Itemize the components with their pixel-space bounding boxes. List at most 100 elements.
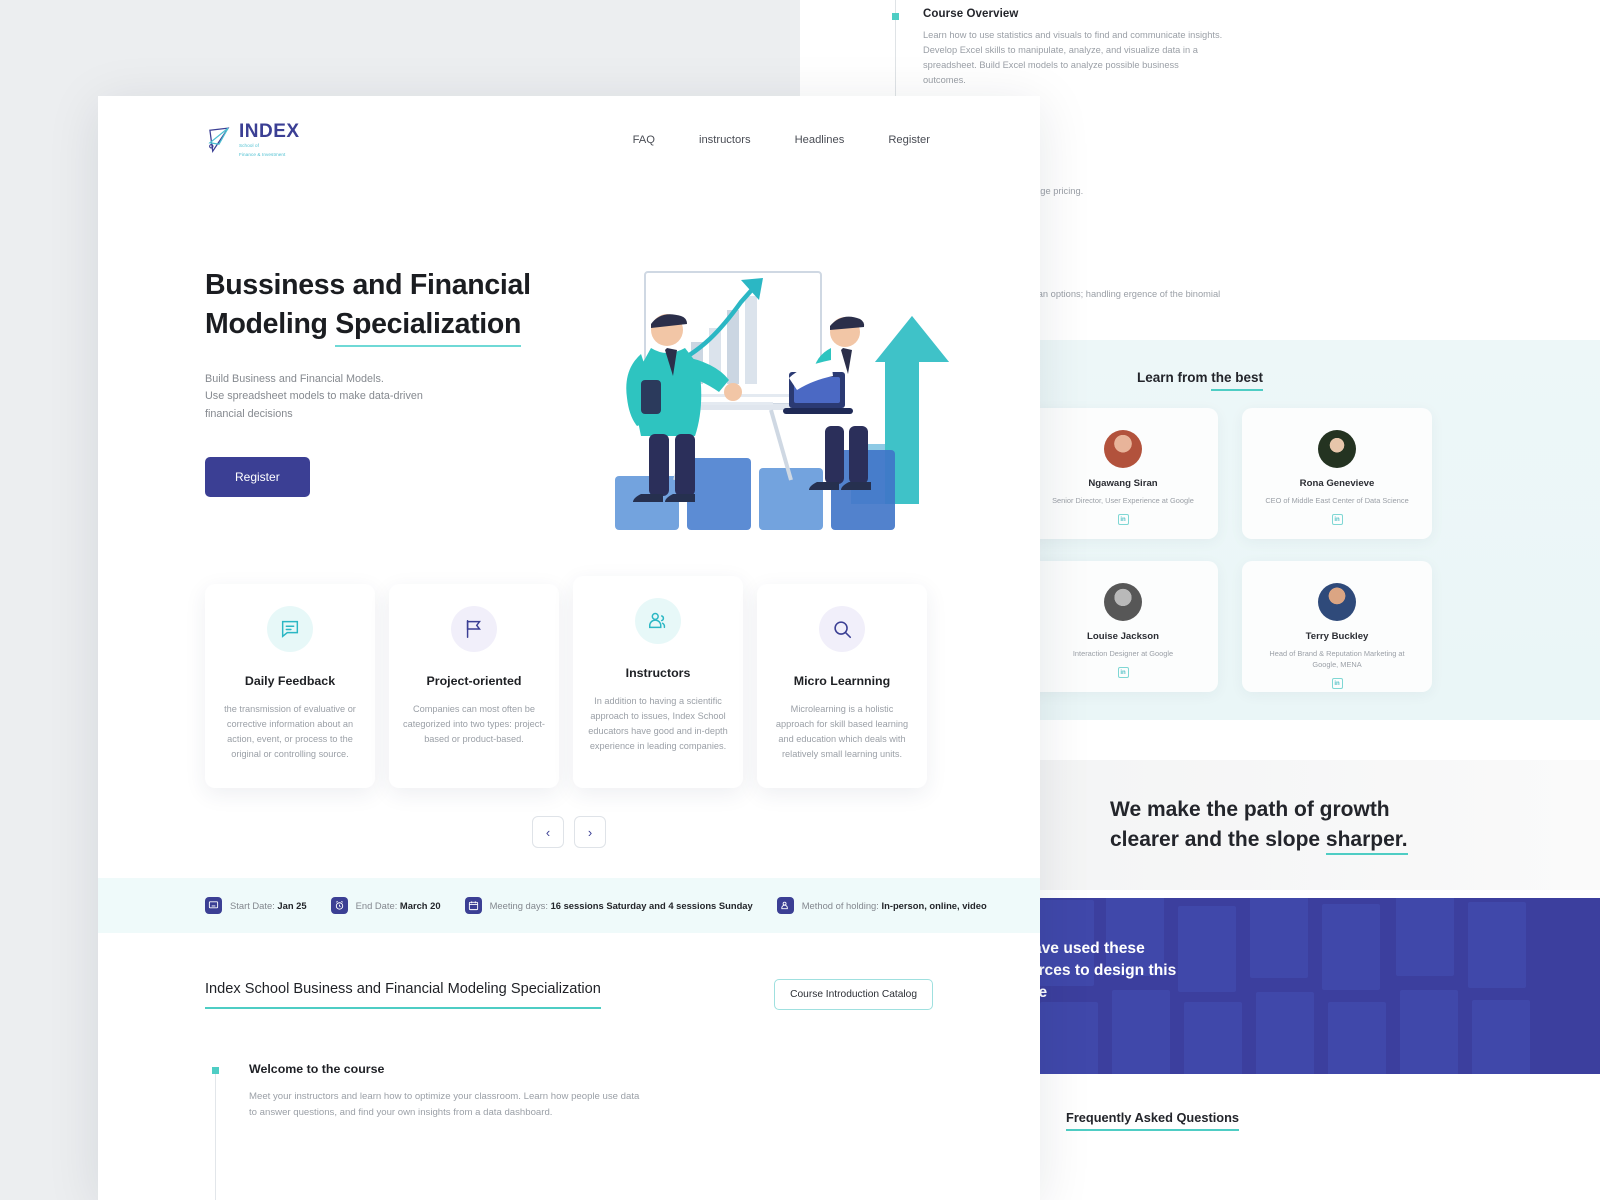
hero-subtitle-line2: Use spreadsheet models to make data-driv… <box>205 390 423 403</box>
info-label: End Date: <box>355 900 398 911</box>
avatar <box>1104 430 1142 468</box>
hero-title-line2-plain: Modeling <box>205 308 336 341</box>
feature-card[interactable]: Daily Feedback the transmission of evalu… <box>205 584 375 788</box>
hero-subtitle-line3: financial decisions <box>205 407 293 420</box>
course-introduction-catalog-button[interactable]: Course Introduction Catalog <box>774 979 933 1010</box>
timeline-item-body: Learn how to use statistics and visuals … <box>923 30 1223 86</box>
feature-card-body: the transmission of evaluative or correc… <box>224 704 356 759</box>
syllabus-item-title: Welcome to the course <box>249 1062 385 1076</box>
foreground-page: INDEX School of Finance & Investment FAQ… <box>98 96 1040 1200</box>
syllabus-item: Welcome to the course Meet your instruct… <box>212 1062 933 1121</box>
info-value: Jan 25 <box>277 900 307 911</box>
syllabus-item-body: Meet your instructors and learn how to o… <box>249 1091 640 1119</box>
avatar <box>1104 583 1142 621</box>
linkedin-icon[interactable]: in <box>1331 678 1343 690</box>
hero-section: Bussiness and Financial Modeling Special… <box>98 184 1040 554</box>
carousel-prev-button[interactable]: ‹ <box>532 816 564 848</box>
flag-icon <box>451 606 497 652</box>
info-label: Meeting days: <box>489 900 548 911</box>
instructor-role: CEO of Middle East Center of Data Scienc… <box>1265 496 1409 505</box>
slope-line1: We make the path of growth <box>1110 797 1390 821</box>
info-value: 16 sessions Saturday and 4 sessions Sund… <box>550 900 753 911</box>
course-detail-section: Index School Business and Financial Mode… <box>98 933 1040 1200</box>
course-detail-heading: Index School Business and Financial Mode… <box>205 981 601 1009</box>
instructors-title-plain: Learn from <box>1136 370 1212 385</box>
course-detail-header: Index School Business and Financial Mode… <box>205 979 933 1010</box>
info-item-meeting-days: Meeting days: 16 sessions Saturday and 4… <box>464 897 753 914</box>
course-info-bar: Start Date: Jan 25 End Date: March 20 Me… <box>98 878 1040 933</box>
hero-illustration <box>545 244 1005 554</box>
info-label: Start Date: <box>230 900 275 911</box>
slope-heading: We make the path of growth clearer and t… <box>1110 795 1408 856</box>
info-item-text: Meeting days: 16 sessions Saturday and 4… <box>490 900 753 911</box>
hero-subtitle-line1: Build Business and Financial Models. <box>205 372 384 385</box>
nav-item-register[interactable]: Register <box>888 134 930 146</box>
linkedin-icon[interactable]: in <box>1331 514 1343 526</box>
timeline-item: Course Overview Learn how to use statist… <box>892 0 1515 88</box>
hero-copy: Bussiness and Financial Modeling Special… <box>205 244 535 554</box>
logo-text: INDEX School of Finance & Investment <box>239 122 300 158</box>
feature-card[interactable]: Instructors In addition to having a scie… <box>573 576 743 788</box>
feature-card-title: Instructors <box>625 666 691 680</box>
linkedin-icon[interactable]: in <box>1117 514 1129 526</box>
instructor-card[interactable]: Rona Genevieve CEO of Middle East Center… <box>1242 408 1432 539</box>
search-icon <box>819 606 865 652</box>
feature-card-title: Project-oriented <box>426 674 522 688</box>
faq-heading: Frequently Asked Questions <box>1066 1110 1240 1131</box>
logo[interactable]: INDEX School of Finance & Investment <box>205 122 300 158</box>
people-icon <box>776 897 794 914</box>
info-item-text: Method of holding: In-person, online, vi… <box>802 900 987 911</box>
feature-card-body: Companies can most often be categorized … <box>403 704 545 744</box>
logo-name: INDEX <box>239 120 300 142</box>
presentation-icon <box>205 897 222 914</box>
chat-bubble-icon <box>267 606 313 652</box>
info-item-start-date: Start Date: Jan 25 <box>205 897 307 914</box>
instructor-card[interactable]: Terry Buckley Head of Brand & Reputation… <box>1242 561 1432 692</box>
linkedin-icon[interactable]: in <box>1117 667 1129 679</box>
nav-item-headlines[interactable]: Headlines <box>795 134 845 146</box>
site-header: INDEX School of Finance & Investment FAQ… <box>98 96 1040 184</box>
hero-title-line1: Bussiness and Financial <box>205 269 531 301</box>
avatar <box>1318 430 1356 468</box>
feature-card-title: Micro Learnning <box>793 674 891 688</box>
instructor-name: Rona Genevieve <box>1299 478 1375 489</box>
feature-card-body: Microlearning is a holistic approach for… <box>775 704 909 759</box>
nav-item-instructors[interactable]: instructors <box>699 134 751 146</box>
index-logo-icon <box>205 126 233 154</box>
register-button[interactable]: Register <box>205 457 310 498</box>
nav-item-faq[interactable]: FAQ <box>633 134 655 146</box>
instructor-name: Ngawang Siran <box>1088 478 1158 489</box>
hero-title-underlined: Specialization <box>335 308 521 348</box>
feature-card-title: Daily Feedback <box>244 674 336 688</box>
info-label: Method of holding: <box>801 900 879 911</box>
cards-carousel: ‹ › <box>98 816 1040 848</box>
main-nav: FAQ instructors Headlines Register <box>633 134 930 146</box>
instructor-name: Louise Jackson <box>1087 631 1159 642</box>
info-item-text: Start Date: Jan 25 <box>230 900 307 911</box>
timeline-item-title: Course Overview <box>923 8 1019 20</box>
feature-card[interactable]: Project-oriented Companies can most ofte… <box>389 584 559 788</box>
feature-card[interactable]: Micro Learnning Microlearning is a holis… <box>757 584 927 788</box>
instructor-name: Terry Buckley <box>1305 631 1369 642</box>
syllabus-timeline: Welcome to the course Meet your instruct… <box>205 1062 933 1200</box>
avatar <box>1318 583 1356 621</box>
alarm-clock-icon <box>330 897 348 914</box>
instructor-role: Head of Brand & Reputation Marketing at … <box>1269 649 1405 670</box>
feature-cards: Daily Feedback the transmission of evalu… <box>98 554 1040 788</box>
info-item-text: End Date: March 20 <box>356 900 441 911</box>
info-value: In-person, online, video <box>881 900 987 911</box>
timeline-dot-icon <box>212 1067 219 1074</box>
instructor-card[interactable]: Louise Jackson Interaction Designer at G… <box>1028 561 1218 692</box>
logo-tagline-1: School of <box>239 142 260 148</box>
carousel-next-button[interactable]: › <box>574 816 606 848</box>
instructors-title-underlined: the best <box>1211 370 1264 391</box>
slope-line2-plain: clearer and the slope <box>1110 828 1326 851</box>
logo-tagline-2: Finance & Investment <box>239 151 286 157</box>
instructor-card[interactable]: Ngawang Siran Senior Director, User Expe… <box>1028 408 1218 539</box>
calendar-icon <box>464 897 482 914</box>
instructor-role: Interaction Designer at Google <box>1072 649 1174 658</box>
instructor-role: Senior Director, User Experience at Goog… <box>1052 496 1194 505</box>
page-title: Bussiness and Financial Modeling Special… <box>205 266 535 348</box>
feature-card-body: In addition to having a scientific appro… <box>588 696 728 751</box>
info-value: March 20 <box>399 900 441 911</box>
